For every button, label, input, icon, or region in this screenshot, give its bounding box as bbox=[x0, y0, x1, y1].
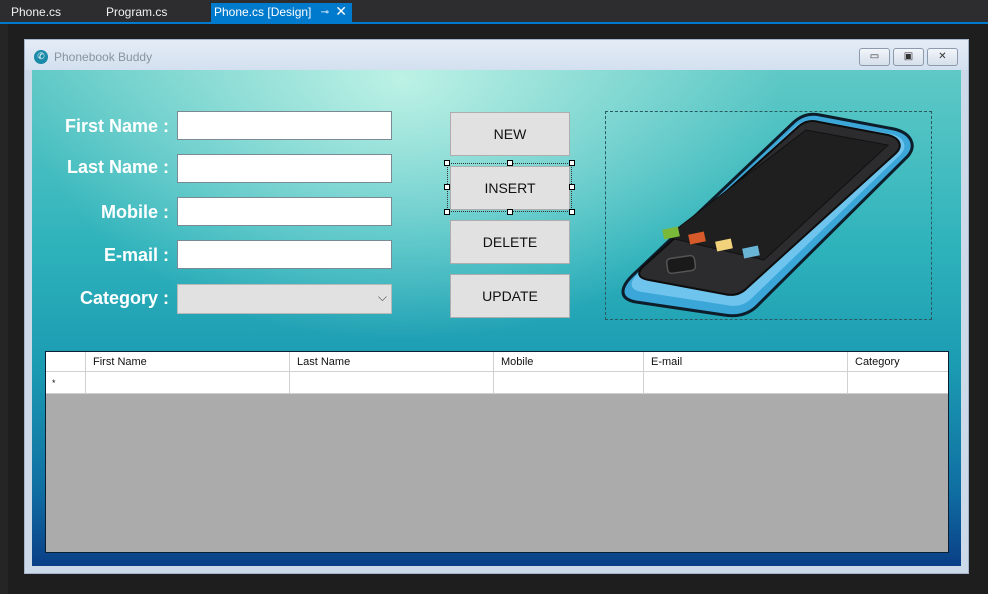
last-name-field[interactable] bbox=[177, 154, 392, 183]
first-name-field[interactable] bbox=[177, 111, 392, 140]
new-row[interactable]: * bbox=[46, 372, 948, 394]
grid-cell[interactable] bbox=[290, 372, 494, 393]
grid-cell[interactable] bbox=[644, 372, 848, 393]
phone-picture-box[interactable] bbox=[605, 111, 932, 320]
column-header-email[interactable]: E-mail bbox=[644, 352, 848, 371]
grid-cell[interactable] bbox=[848, 372, 948, 393]
designer-selection-box bbox=[444, 160, 575, 215]
grid-header-row: First Name Last Name Mobile E-mail Categ… bbox=[46, 352, 948, 372]
phone-app-icon: ✆ bbox=[34, 50, 48, 64]
resize-handle[interactable] bbox=[507, 160, 513, 166]
tab-label: Phone.cs bbox=[11, 5, 62, 19]
chevron-down-icon[interactable]: ⌵ bbox=[378, 290, 387, 305]
column-header-mobile[interactable]: Mobile bbox=[494, 352, 644, 371]
column-header-category[interactable]: Category bbox=[848, 352, 948, 371]
delete-button[interactable]: DELETE bbox=[450, 220, 570, 264]
resize-handle[interactable] bbox=[569, 209, 575, 215]
new-row-marker: * bbox=[46, 372, 86, 393]
tab-label: Phone.cs [Design] bbox=[214, 5, 312, 19]
tab-phone-cs[interactable]: Phone.cs bbox=[0, 3, 95, 22]
form-window[interactable]: ✆ Phonebook Buddy ▭ ▣ ✕ First Name : Las… bbox=[24, 39, 969, 574]
close-tab-icon[interactable]: ✕ bbox=[335, 2, 347, 21]
email-field[interactable] bbox=[177, 240, 392, 269]
grid-cell[interactable] bbox=[86, 372, 290, 393]
mobile-field[interactable] bbox=[177, 197, 392, 226]
last-name-label: Last Name : bbox=[66, 157, 169, 177]
row-header-corner[interactable] bbox=[46, 352, 86, 371]
category-label: Category : bbox=[79, 288, 169, 308]
resize-handle[interactable] bbox=[444, 184, 450, 190]
maximize-button[interactable]: ▣ bbox=[893, 48, 924, 66]
minimize-icon: ▭ bbox=[869, 51, 880, 62]
resize-handle[interactable] bbox=[507, 209, 513, 215]
minimize-button[interactable]: ▭ bbox=[859, 48, 890, 66]
email-label: E-mail : bbox=[103, 245, 169, 265]
tab-phone-design[interactable]: Phone.cs [Design] ⊸ ✕ bbox=[211, 3, 352, 22]
tab-label: Program.cs bbox=[106, 5, 168, 19]
tab-program-cs[interactable]: Program.cs bbox=[95, 3, 210, 22]
resize-handle[interactable] bbox=[569, 184, 575, 190]
close-button[interactable]: ✕ bbox=[927, 48, 958, 66]
column-header-last-name[interactable]: Last Name bbox=[290, 352, 494, 371]
resize-handle[interactable] bbox=[444, 209, 450, 215]
resize-handle[interactable] bbox=[569, 160, 575, 166]
maximize-icon: ▣ bbox=[903, 51, 914, 62]
resize-handle[interactable] bbox=[444, 160, 450, 166]
form-client-area: First Name : Last Name : Mobile : E-mail… bbox=[32, 70, 961, 566]
contacts-data-grid[interactable]: First Name Last Name Mobile E-mail Categ… bbox=[45, 351, 949, 553]
grid-cell[interactable] bbox=[494, 372, 644, 393]
form-titlebar[interactable]: ✆ Phonebook Buddy ▭ ▣ ✕ bbox=[25, 40, 968, 70]
column-header-first-name[interactable]: First Name bbox=[86, 352, 290, 371]
form-title: Phonebook Buddy bbox=[54, 50, 153, 64]
first-name-label: First Name : bbox=[64, 116, 169, 136]
close-icon: ✕ bbox=[938, 51, 947, 62]
update-button[interactable]: UPDATE bbox=[450, 274, 570, 318]
pin-icon[interactable]: ⊸ bbox=[321, 3, 329, 22]
document-tab-strip: Phone.cs Program.cs Phone.cs [Design] ⊸ … bbox=[0, 0, 988, 24]
mobile-label: Mobile : bbox=[101, 202, 169, 222]
new-button[interactable]: NEW bbox=[450, 112, 570, 156]
category-combobox[interactable]: ⌵ bbox=[177, 284, 392, 314]
smartphone-illustration bbox=[621, 112, 914, 318]
